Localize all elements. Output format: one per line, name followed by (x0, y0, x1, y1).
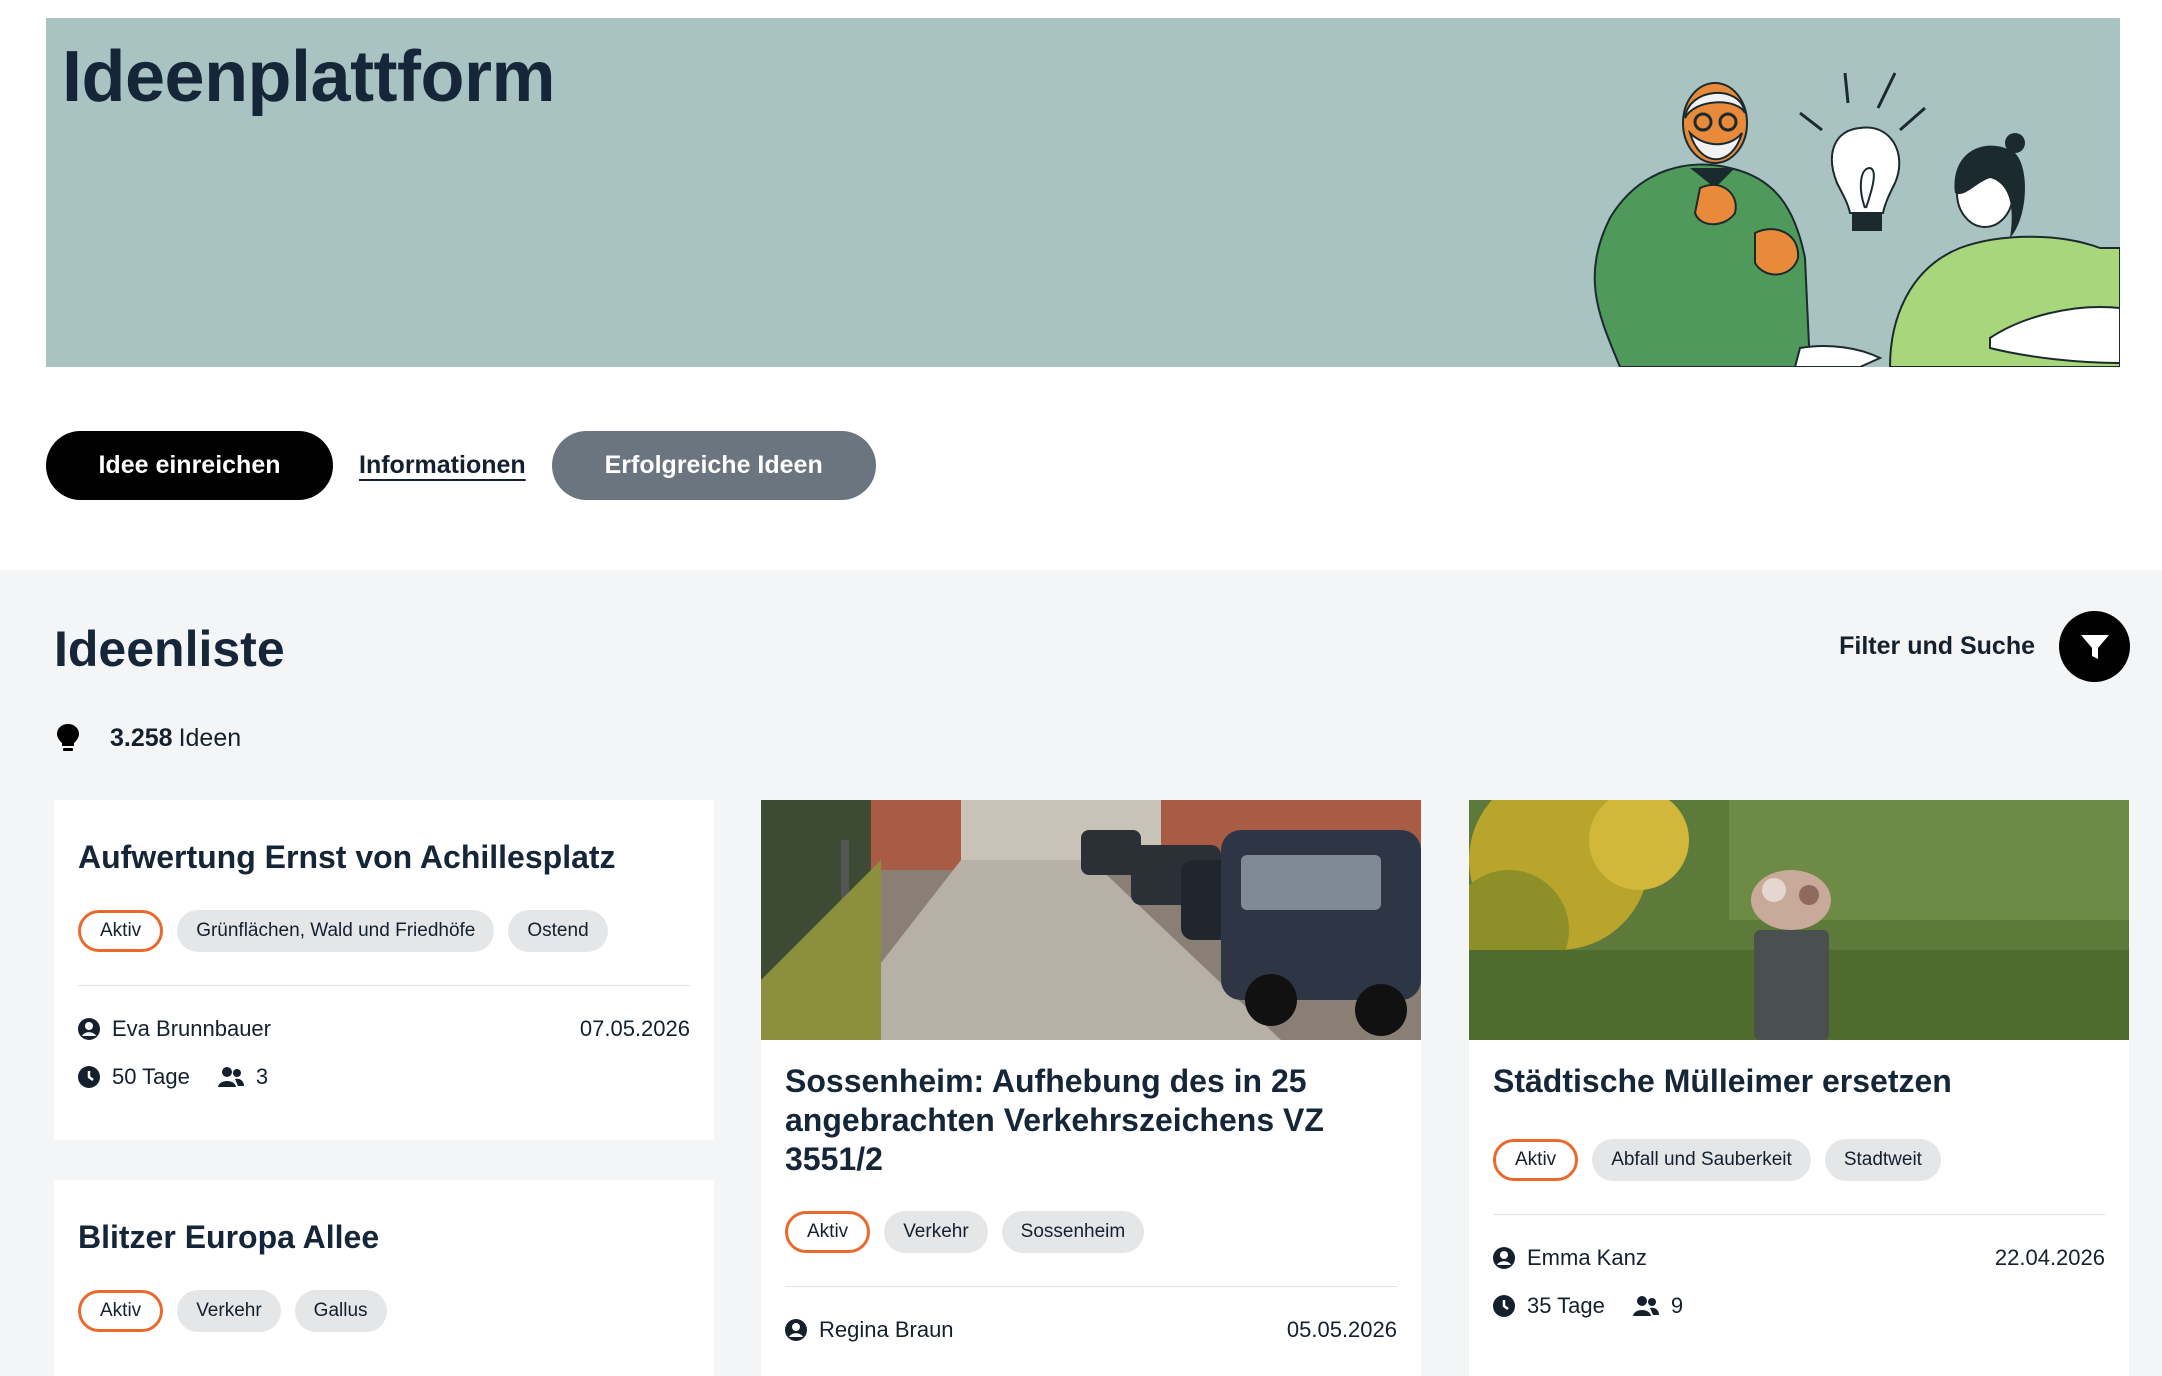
filter-label[interactable]: Filter und Suche (1839, 632, 2035, 661)
card-divider (1493, 1214, 2105, 1215)
idea-card[interactable]: Sossenheim: Aufhebung des in 25 angebrac… (761, 800, 1421, 1376)
filter-search-control[interactable]: Filter und Suche (1839, 611, 2130, 682)
category-tag: Verkehr (177, 1290, 281, 1332)
submit-idea-button[interactable]: Idee einreichen (46, 431, 333, 500)
idea-tags: Aktiv Verkehr Sossenheim (785, 1211, 1397, 1253)
idea-tags: Aktiv Verkehr Gallus (78, 1290, 690, 1332)
idea-card-title[interactable]: Städtische Mülleimer ersetzen (1493, 1062, 2105, 1101)
card-divider (78, 985, 690, 986)
idea-author: Emma Kanz (1527, 1245, 1647, 1270)
status-badge: Aktiv (78, 910, 164, 952)
idea-date: 05.05.2026 (1286, 1317, 1397, 1342)
idea-photo-street[interactable] (761, 800, 1421, 1040)
filter-icon (2080, 634, 2109, 659)
idea-author: Eva Brunnbauer (112, 1016, 271, 1041)
action-row: Idee einreichen Informationen Erfolgreic… (46, 431, 876, 500)
idea-date: 22.04.2026 (1994, 1245, 2105, 1270)
district-tag: Stadtweit (1824, 1139, 1941, 1181)
idea-meta-row: Eva Brunnbauer 07.05.2026 (78, 1016, 690, 1042)
days-remaining: 35 Tage (1527, 1293, 1605, 1318)
status-badge: Aktiv (78, 1290, 164, 1332)
successful-ideas-button[interactable]: Erfolgreiche Ideen (551, 431, 876, 500)
hero-banner: Ideenplattform (46, 18, 2120, 367)
lightbulb-icon (57, 724, 79, 751)
supporters-icon (1632, 1296, 1659, 1316)
idea-card-title[interactable]: Sossenheim: Aufhebung des in 25 angebrac… (785, 1062, 1397, 1179)
user-icon (78, 1018, 100, 1040)
idea-photo-bin[interactable] (1469, 800, 2129, 1040)
clock-icon (78, 1066, 100, 1088)
page-title: Ideenplattform (62, 37, 556, 117)
user-icon (1493, 1247, 1515, 1269)
idea-count-value: 3.258 (110, 723, 173, 752)
idea-date: 07.05.2026 (579, 1016, 690, 1041)
idea-card[interactable]: Städtische Mülleimer ersetzen Aktiv Abfa… (1469, 800, 2129, 1376)
district-tag: Gallus (294, 1290, 387, 1332)
idea-list-heading: Ideenliste (54, 621, 285, 677)
category-tag: Verkehr (884, 1211, 988, 1253)
idea-card-title[interactable]: Aufwertung Ernst von Achillesplatz (78, 838, 690, 877)
idea-card[interactable]: Blitzer Europa Allee Aktiv Verkehr Gallu… (54, 1180, 714, 1376)
category-tag: Grünflächen, Wald und Friedhöfe (177, 910, 495, 952)
district-tag: Sossenheim (1001, 1211, 1145, 1253)
idea-tags: Aktiv Grünflächen, Wald und Friedhöfe Os… (78, 910, 690, 952)
days-remaining: 50 Tage (112, 1064, 190, 1089)
idea-list-section: Ideenliste Filter und Suche 3.258 Ideen … (0, 570, 2162, 1376)
status-badge: Aktiv (1493, 1139, 1579, 1181)
idea-stats-row: 35 Tage 9 (1493, 1293, 2105, 1319)
idea-meta-row: Emma Kanz 22.04.2026 (1493, 1245, 2105, 1271)
user-icon (785, 1319, 807, 1341)
idea-meta-row: Regina Braun 05.05.2026 (785, 1317, 1397, 1343)
idea-author: Regina Braun (819, 1317, 954, 1342)
idea-stats-row: 50 Tage 3 (78, 1064, 690, 1090)
idea-card[interactable]: Aufwertung Ernst von Achillesplatz Aktiv… (54, 800, 714, 1140)
card-divider (785, 1286, 1397, 1287)
hero-illustration (1593, 72, 2120, 367)
supporters-count: 9 (1670, 1293, 1684, 1318)
information-link[interactable]: Informationen (359, 451, 526, 480)
filter-button[interactable] (2059, 611, 2130, 682)
district-tag: Ostend (508, 910, 608, 952)
supporters-icon (217, 1067, 244, 1087)
idea-tags: Aktiv Abfall und Sauberkeit Stadtweit (1493, 1139, 2105, 1181)
status-badge: Aktiv (785, 1211, 871, 1253)
category-tag: Abfall und Sauberkeit (1592, 1139, 1811, 1181)
idea-card-title[interactable]: Blitzer Europa Allee (78, 1218, 690, 1257)
idea-count-label: Ideen (178, 723, 242, 752)
clock-icon (1493, 1295, 1515, 1317)
idea-count: 3.258 Ideen (56, 723, 241, 753)
supporters-count: 3 (255, 1064, 269, 1089)
